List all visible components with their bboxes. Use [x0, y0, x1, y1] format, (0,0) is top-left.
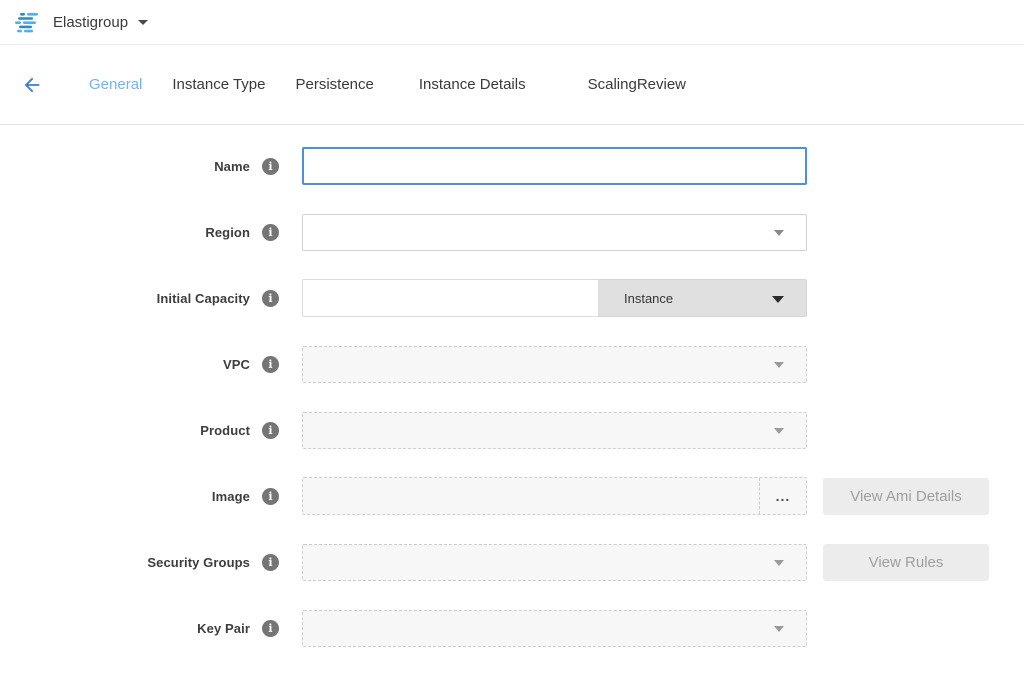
security-groups-info-icon[interactable]: i — [262, 554, 279, 571]
capacity-unit-select[interactable]: Instance — [599, 279, 807, 317]
chevron-down-icon — [774, 428, 784, 434]
vpc-info-icon[interactable]: i — [262, 356, 279, 373]
vpc-select — [302, 346, 807, 383]
tab-review[interactable]: Review — [637, 76, 686, 93]
tab-instance-details[interactable]: Instance Details — [419, 76, 526, 93]
key-pair-select — [302, 610, 807, 647]
key-pair-info-icon[interactable]: i — [262, 620, 279, 637]
key-pair-row: Key Pair i — [0, 609, 1024, 647]
image-browse-button[interactable]: ... — [759, 478, 806, 514]
tab-instance-type[interactable]: Instance Type — [172, 76, 265, 93]
wizard-tab-bar: General Instance Type Persistence Instan… — [0, 45, 1024, 125]
product-row: Product i — [0, 411, 1024, 449]
initial-capacity-info-icon[interactable]: i — [262, 290, 279, 307]
image-label: Image — [0, 489, 250, 504]
initial-capacity-label: Initial Capacity — [0, 291, 250, 306]
product-label: Product — [0, 423, 250, 438]
tab-scaling[interactable]: Scaling — [588, 76, 637, 93]
view-ami-details-button[interactable]: View Ami Details — [823, 478, 989, 515]
security-groups-row: Security Groups i View Rules — [0, 543, 1024, 581]
security-groups-select — [302, 544, 807, 581]
vpc-row: VPC i — [0, 345, 1024, 383]
name-label: Name — [0, 159, 250, 174]
product-info-icon[interactable]: i — [262, 422, 279, 439]
chevron-down-icon — [774, 230, 784, 236]
initial-capacity-input[interactable] — [302, 279, 599, 317]
region-select[interactable] — [302, 214, 807, 251]
tab-persistence[interactable]: Persistence — [296, 76, 374, 93]
tab-general[interactable]: General — [89, 76, 142, 93]
chevron-down-icon — [772, 296, 784, 303]
image-row: Image i ... View Ami Details — [0, 477, 1024, 515]
view-rules-button[interactable]: View Rules — [823, 544, 989, 581]
chevron-down-icon — [774, 560, 784, 566]
region-info-icon[interactable]: i — [262, 224, 279, 241]
arrow-left-icon — [21, 74, 43, 96]
product-select — [302, 412, 807, 449]
key-pair-label: Key Pair — [0, 621, 250, 636]
region-label: Region — [0, 225, 250, 240]
security-groups-label: Security Groups — [0, 555, 250, 570]
back-button[interactable] — [20, 73, 44, 97]
app-title-caret-icon[interactable] — [138, 20, 148, 25]
capacity-unit-value: Instance — [624, 291, 673, 306]
elastigroup-logo-icon — [15, 11, 41, 33]
general-settings-form: Name i Region i Initial Capacity i Insta… — [0, 125, 1024, 647]
app-bar: Elastigroup — [0, 0, 1024, 45]
vpc-label: VPC — [0, 357, 250, 372]
chevron-down-icon — [774, 362, 784, 368]
image-info-icon[interactable]: i — [262, 488, 279, 505]
app-title[interactable]: Elastigroup — [53, 14, 128, 31]
chevron-down-icon — [774, 626, 784, 632]
image-picker: ... — [302, 477, 807, 515]
initial-capacity-row: Initial Capacity i Instance — [0, 279, 1024, 317]
image-value — [303, 478, 759, 514]
name-row: Name i — [0, 147, 1024, 185]
name-info-icon[interactable]: i — [262, 158, 279, 175]
region-row: Region i — [0, 213, 1024, 251]
name-input[interactable] — [302, 147, 807, 185]
